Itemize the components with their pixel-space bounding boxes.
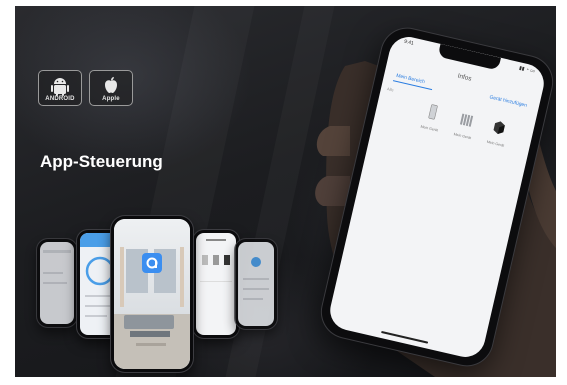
device-list-screen xyxy=(200,239,232,282)
device-label: Mein Gerät xyxy=(486,139,505,148)
radiator-icon xyxy=(459,113,474,127)
stage: ANDROID Apple App-Steuerung 9:41 ▮▮ ◔ ▭ … xyxy=(0,0,567,385)
device-tile[interactable]: Mein Gerät xyxy=(446,108,483,142)
door-sensor-icon xyxy=(428,104,438,120)
apple-badge: Apple xyxy=(89,70,133,106)
status-icons: ▮▮ ◔ ▭ xyxy=(518,65,536,75)
device-tile[interactable]: Mein Gerät xyxy=(413,101,450,135)
app-preview-phone xyxy=(193,230,239,338)
device-tile[interactable]: Mein Gerät xyxy=(479,116,516,150)
box-icon xyxy=(493,121,505,135)
preview-screen xyxy=(114,219,190,369)
apple-caption: Apple xyxy=(102,96,120,102)
filter-label: Alle xyxy=(386,86,395,93)
preview-screen xyxy=(238,242,274,326)
app-preview-phone xyxy=(37,239,77,327)
status-time: 9:41 xyxy=(403,38,415,47)
device-label: Mein Gerät xyxy=(453,132,472,141)
screen-content xyxy=(43,250,71,284)
home-indicator xyxy=(380,330,429,344)
app-preview-phone xyxy=(235,239,277,329)
tab-add-device[interactable]: Gerät hinzufügen xyxy=(489,94,528,108)
android-badge: ANDROID xyxy=(38,70,82,106)
preview-screen xyxy=(196,233,236,335)
phone-notch xyxy=(437,43,501,71)
living-room-photo xyxy=(114,219,190,369)
preview-screen xyxy=(40,242,74,324)
settings-screen xyxy=(243,257,269,300)
promo-banner: ANDROID Apple App-Steuerung 9:41 ▮▮ ◔ ▭ … xyxy=(15,6,556,377)
android-caption: ANDROID xyxy=(45,96,75,102)
device-label: Mein Gerät xyxy=(420,124,439,133)
app-preview-phone-main xyxy=(111,216,193,372)
app-logo-icon xyxy=(142,253,162,273)
headline: App-Steuerung xyxy=(40,152,163,171)
